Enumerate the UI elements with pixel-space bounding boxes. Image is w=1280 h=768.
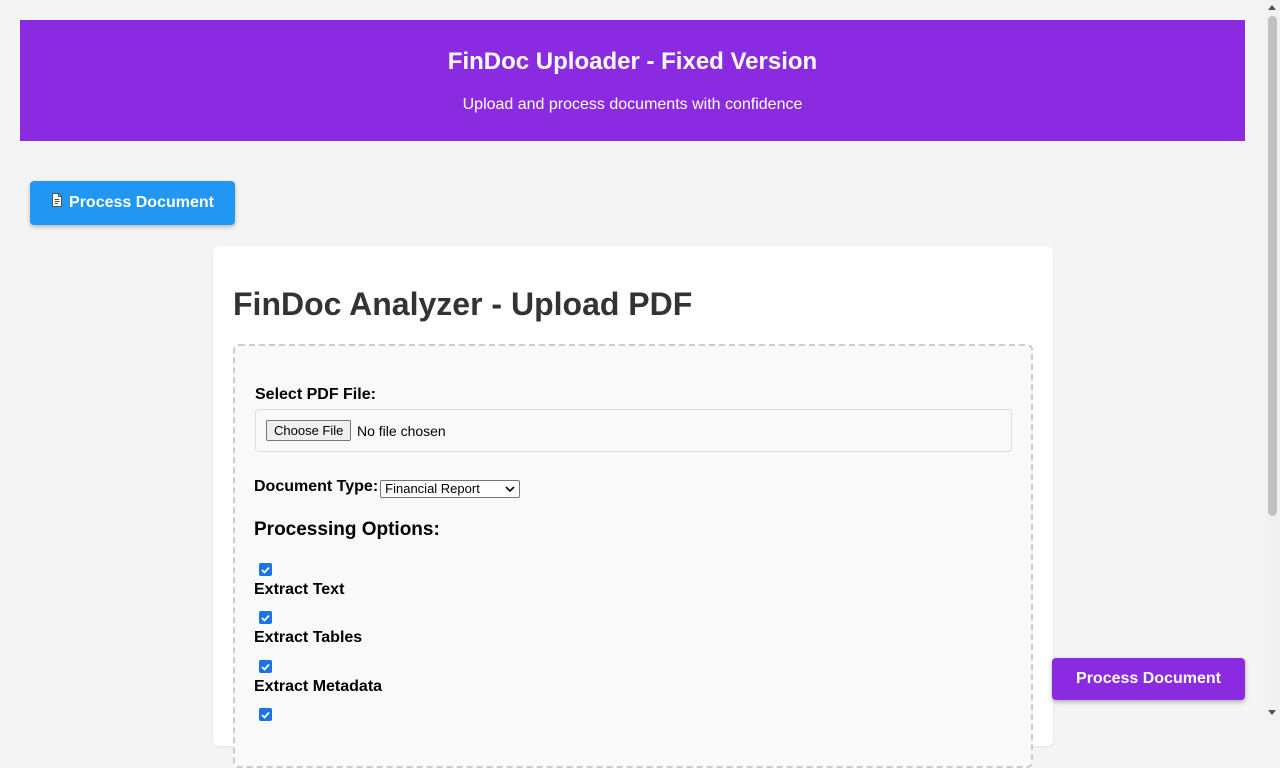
vertical-scrollbar[interactable] — [1265, 0, 1280, 720]
scroll-down-arrow-icon[interactable] — [1268, 710, 1276, 715]
choose-file-button[interactable]: Choose File — [266, 420, 352, 441]
extract-tables-label: Extract Tables — [254, 629, 363, 646]
document-type-label: Document Type: — [254, 478, 379, 495]
file-input[interactable]: Choose File No file chosen — [255, 409, 1012, 452]
scroll-up-arrow-icon[interactable] — [1268, 5, 1276, 10]
extract-metadata-label: Extract Metadata — [254, 678, 383, 695]
scrollbar-thumb[interactable] — [1268, 16, 1277, 516]
extract-tables-checkbox[interactable] — [259, 611, 272, 624]
check-icon — [261, 614, 270, 622]
extract-text-checkbox[interactable] — [259, 563, 272, 576]
check-icon — [261, 566, 270, 574]
extract-metadata-checkbox[interactable] — [259, 660, 272, 673]
file-label: Select PDF File: — [255, 386, 376, 403]
check-icon — [261, 663, 270, 671]
upload-area: Select PDF File: Choose File No file cho… — [233, 344, 1033, 768]
document-type-select[interactable]: Financial Report — [380, 480, 521, 498]
process-document-button[interactable]: Process Document — [30, 181, 235, 225]
process-document-label: Process Document — [69, 194, 214, 211]
floating-process-document-button[interactable]: Process Document — [1052, 658, 1245, 700]
document-icon — [52, 193, 63, 207]
extract-text-label: Extract Text — [254, 581, 345, 598]
document-type-value: Financial Report — [385, 481, 480, 496]
header-title: FinDoc Uploader - Fixed Version — [447, 48, 818, 75]
upload-card: FinDoc Analyzer - Upload PDF Select PDF … — [213, 246, 1053, 768]
chevron-down-icon — [505, 486, 515, 493]
file-status: No file chosen — [357, 423, 446, 439]
check-icon — [261, 711, 270, 719]
header-subtitle: Upload and process documents with confid… — [462, 96, 803, 113]
card-title: FinDoc Analyzer - Upload PDF — [233, 286, 693, 322]
processing-options-heading: Processing Options: — [254, 519, 440, 540]
extra-option-checkbox[interactable] — [259, 708, 272, 721]
page-header: FinDoc Uploader - Fixed Version Upload a… — [20, 20, 1245, 141]
document-type-row: Document Type: Financial Report — [254, 476, 521, 498]
